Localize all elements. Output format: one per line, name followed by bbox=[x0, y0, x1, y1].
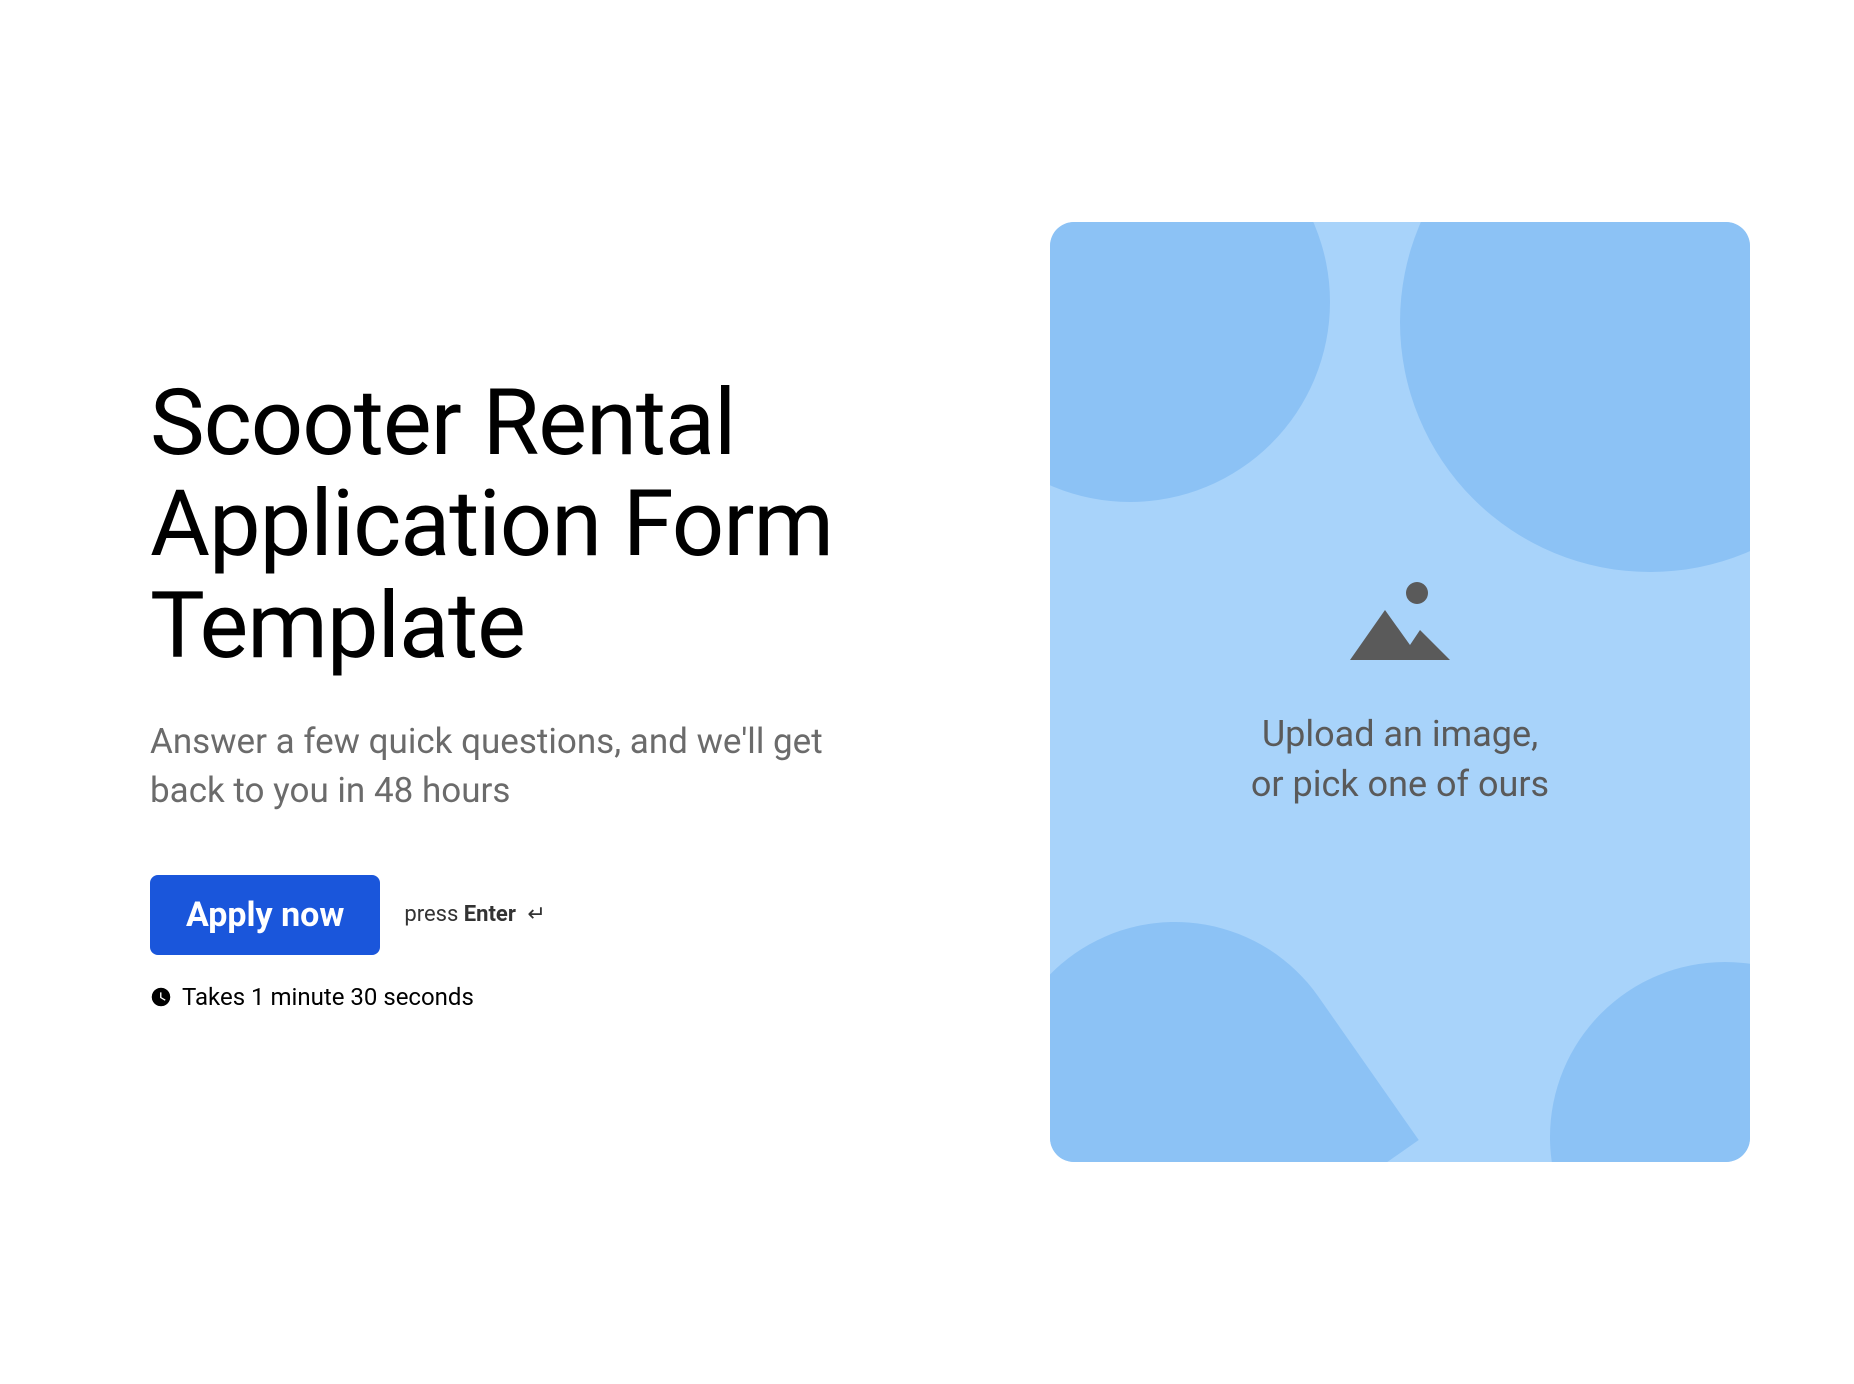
image-upload-area[interactable]: Upload an image, or pick one of ours bbox=[1050, 222, 1750, 1162]
decorative-circle bbox=[1550, 962, 1750, 1162]
decorative-circle bbox=[1400, 222, 1750, 572]
upload-prompt-text: Upload an image, or pick one of ours bbox=[1251, 709, 1549, 810]
left-content: Scooter Rental Application Form Template… bbox=[100, 373, 900, 1011]
decorative-shape bbox=[1050, 853, 1419, 1162]
hint-prefix: press bbox=[404, 902, 463, 927]
cta-row: Apply now press Enter ↵ bbox=[150, 875, 900, 955]
apply-now-button[interactable]: Apply now bbox=[150, 875, 380, 955]
time-estimate-row: Takes 1 minute 30 seconds bbox=[150, 983, 900, 1011]
image-placeholder-icon bbox=[1345, 575, 1455, 669]
page-subheading: Answer a few quick questions, and we'll … bbox=[150, 717, 900, 815]
keyboard-hint: press Enter ↵ bbox=[404, 902, 545, 927]
form-intro-container: Scooter Rental Application Form Template… bbox=[0, 222, 1854, 1162]
upload-line2: or pick one of ours bbox=[1251, 759, 1549, 809]
upload-content: Upload an image, or pick one of ours bbox=[1251, 575, 1549, 810]
decorative-circle bbox=[1050, 222, 1330, 502]
time-estimate-text: Takes 1 minute 30 seconds bbox=[182, 983, 474, 1011]
hint-key: Enter bbox=[464, 902, 516, 927]
clock-icon bbox=[150, 986, 172, 1008]
enter-key-icon: ↵ bbox=[527, 902, 545, 927]
page-title: Scooter Rental Application Form Template bbox=[150, 373, 900, 677]
upload-line1: Upload an image, bbox=[1251, 709, 1549, 759]
